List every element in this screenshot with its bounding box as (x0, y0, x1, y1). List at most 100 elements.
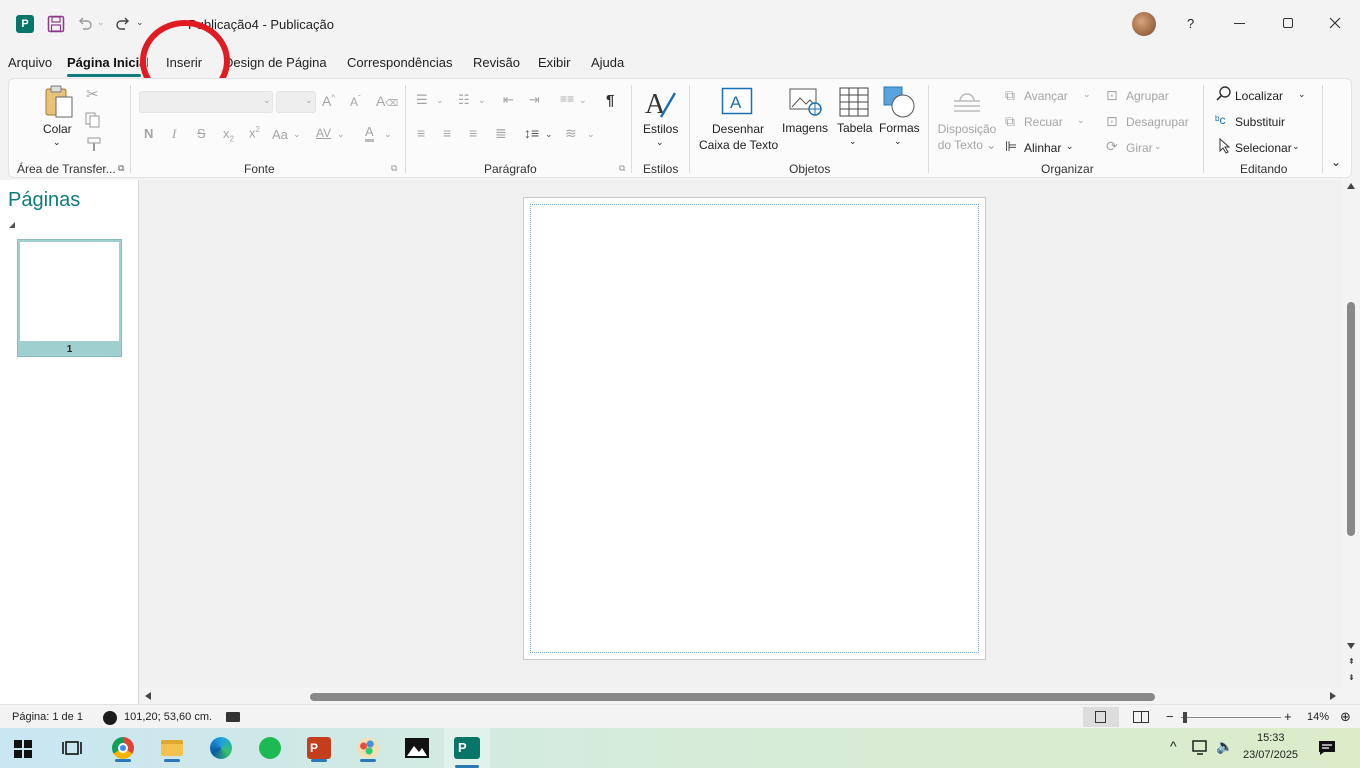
shapes-button-label[interactable]: Formas (879, 121, 920, 135)
save-icon[interactable] (47, 15, 65, 33)
chrome-taskbar-icon[interactable] (108, 734, 138, 762)
format-painter-icon[interactable] (86, 137, 102, 153)
change-case-button[interactable]: Aa (272, 127, 288, 142)
bring-forward-icon[interactable]: ⧉ (1005, 87, 1015, 104)
numbering-icon[interactable]: ☷ (458, 92, 470, 108)
help-button[interactable]: ? (1187, 16, 1194, 31)
paste-dropdown-icon[interactable]: ⌄ (53, 137, 61, 148)
show-marks-button[interactable]: ¶ (606, 92, 614, 109)
powerpoint-taskbar-icon[interactable]: P (304, 734, 334, 762)
tab-ajuda[interactable]: Ajuda (591, 55, 624, 70)
align-objects-icon[interactable]: ⊫ (1005, 138, 1017, 155)
subscript-button[interactable]: x2 (223, 126, 234, 144)
minimize-button[interactable] (1234, 23, 1245, 24)
line-spacing-icon[interactable]: ↕≡ (524, 125, 539, 141)
images-button-label[interactable]: Imagens (782, 121, 828, 135)
group-icon[interactable]: ⊡ (1106, 87, 1118, 104)
send-backward-button[interactable]: Recuar (1024, 115, 1063, 129)
ungroup-icon[interactable]: ⊡ (1106, 113, 1118, 130)
paragraph-launcher-icon[interactable]: ⧉ (619, 163, 625, 174)
page-thumbnail[interactable]: 1 (17, 239, 122, 357)
edge-taskbar-icon[interactable] (206, 734, 236, 762)
horizontal-scrollbar[interactable] (140, 688, 1342, 704)
align-right-icon[interactable]: ≡ (469, 125, 477, 141)
bring-forward-button[interactable]: Avançar (1024, 89, 1068, 103)
redo-icon[interactable] (114, 15, 132, 33)
vertical-scroll-thumb[interactable] (1347, 302, 1355, 536)
group-button[interactable]: Agrupar (1126, 89, 1169, 103)
fit-page-icon[interactable]: ⊕ (1340, 709, 1351, 725)
table-icon[interactable] (839, 87, 869, 117)
strikethrough-button[interactable]: S (197, 126, 206, 141)
notifications-icon[interactable] (1318, 740, 1336, 756)
bold-button[interactable]: N (144, 126, 153, 141)
windows-start-icon[interactable] (14, 740, 32, 758)
paragraph-spacing-icon[interactable]: ≋ (565, 125, 577, 142)
network-icon[interactable] (1192, 740, 1210, 756)
bullets-icon[interactable]: ☰ (416, 92, 428, 108)
scroll-right-icon[interactable] (1330, 692, 1336, 700)
ungroup-button[interactable]: Desagrupar (1126, 115, 1189, 129)
photos-taskbar-icon[interactable] (402, 734, 432, 762)
zoom-level[interactable]: 14% (1307, 711, 1329, 723)
paint-taskbar-icon[interactable] (353, 734, 383, 762)
select-cursor-icon[interactable] (1218, 138, 1232, 154)
wrap-text-label[interactable]: Disposição do Texto ⌄ (935, 121, 999, 153)
draw-textbox-label[interactable]: Desenhar Caixa de Texto (699, 121, 778, 153)
align-center-icon[interactable]: ≡ (443, 125, 451, 141)
volume-icon[interactable]: 🔈 (1216, 738, 1233, 755)
two-page-view-icon[interactable] (1133, 711, 1149, 723)
cut-icon[interactable]: ✂ (86, 85, 99, 103)
rotate-button[interactable]: Girar (1126, 141, 1153, 155)
task-view-icon[interactable] (62, 739, 82, 757)
increase-font-icon[interactable]: A^ (322, 93, 335, 109)
single-page-view-button[interactable] (1083, 707, 1119, 727)
clear-formatting-icon[interactable]: A⌫ (376, 93, 398, 109)
send-backward-icon[interactable]: ⧉ (1005, 113, 1015, 130)
collapse-triangle-icon[interactable] (9, 222, 15, 228)
increase-indent-icon[interactable]: ⇥ (529, 92, 540, 108)
superscript-button[interactable]: x2 (249, 125, 260, 140)
paste-icon[interactable] (43, 85, 75, 119)
font-color-button[interactable]: A (365, 125, 374, 142)
font-name-dropdown[interactable] (139, 91, 273, 113)
replace-button[interactable]: Substituir (1235, 115, 1285, 129)
zoom-slider-handle[interactable] (1183, 712, 1187, 723)
table-button-label[interactable]: Tabela (837, 121, 872, 135)
zoom-in-button[interactable]: + (1284, 709, 1292, 724)
draw-textbox-icon[interactable]: A (721, 87, 753, 115)
character-spacing-button[interactable]: AV (316, 126, 331, 140)
styles-button-label[interactable]: Estilos (643, 122, 678, 136)
restore-button[interactable] (1283, 18, 1293, 28)
tab-exibir[interactable]: Exibir (538, 55, 571, 70)
italic-button[interactable]: I (172, 126, 176, 142)
find-button[interactable]: Localizar (1235, 89, 1283, 103)
tab-design-de-pagina[interactable]: Design de Página (224, 55, 327, 70)
file-explorer-taskbar-icon[interactable] (157, 734, 187, 762)
previous-page-icon[interactable]: ⇞ (1348, 657, 1355, 666)
page-indicator[interactable]: Página: 1 de 1 (12, 711, 83, 723)
tab-arquivo[interactable]: Arquivo (8, 55, 52, 70)
clipboard-launcher-icon[interactable]: ⧉ (118, 163, 124, 174)
publisher-taskbar-icon[interactable]: P (444, 728, 490, 768)
redo-dropdown-icon[interactable]: ⌄ (136, 17, 144, 28)
scroll-up-icon[interactable] (1347, 183, 1355, 189)
decrease-font-icon[interactable]: Aˇ (350, 94, 361, 109)
undo-icon[interactable] (76, 15, 94, 33)
select-button[interactable]: Selecionar (1235, 141, 1292, 155)
tab-correspondencias[interactable]: Correspondências (347, 55, 453, 70)
wrap-text-icon[interactable] (952, 89, 982, 113)
align-left-icon[interactable]: ≡ (417, 125, 425, 141)
collapse-ribbon-icon[interactable]: ⌄ (1331, 155, 1341, 169)
justify-icon[interactable]: ≣ (495, 125, 507, 142)
images-icon[interactable] (789, 87, 823, 117)
align-objects-button[interactable]: Alinhar (1024, 141, 1061, 155)
clock-date[interactable]: 23/07/2025 (1243, 749, 1298, 761)
horizontal-scroll-thumb[interactable] (310, 693, 1155, 701)
spotify-taskbar-icon[interactable] (255, 734, 285, 762)
document-canvas[interactable] (140, 180, 1342, 688)
user-avatar[interactable] (1132, 12, 1156, 36)
shapes-icon[interactable] (883, 86, 915, 118)
scroll-down-icon[interactable] (1347, 643, 1355, 649)
styles-icon[interactable]: A (643, 87, 679, 121)
